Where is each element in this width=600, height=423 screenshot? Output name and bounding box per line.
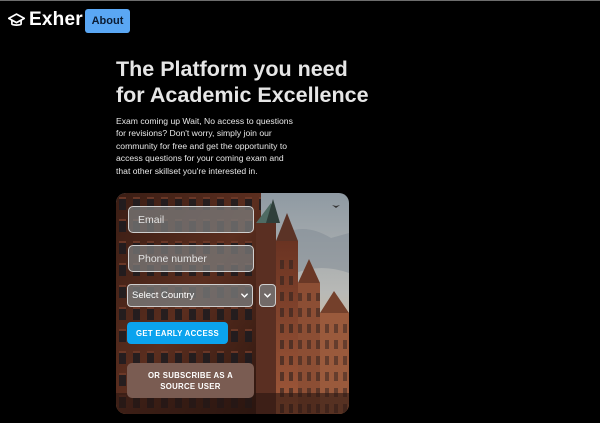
page-title-line-1: The Platform you need — [116, 57, 348, 81]
country-select-value: Select Country — [132, 290, 195, 301]
about-button[interactable]: About — [85, 9, 130, 33]
secondary-select[interactable] — [259, 284, 276, 307]
top-border — [0, 0, 600, 1]
subscribe-source-user-button[interactable]: OR SUBSCRIBE AS A SOURCE USER — [127, 363, 254, 398]
email-field[interactable] — [128, 206, 254, 233]
phone-number-field[interactable] — [128, 245, 254, 272]
page-title: The Platform you need for Academic Excel… — [116, 56, 416, 108]
chevron-down-icon — [264, 293, 271, 298]
country-select[interactable]: Select Country — [127, 284, 253, 307]
signup-card: Select Country GET EARLY ACCESS OR SUBSC… — [116, 193, 349, 414]
chevron-down-icon — [241, 293, 248, 298]
graduation-cap-icon — [8, 12, 25, 26]
get-early-access-button[interactable]: GET EARLY ACCESS — [127, 322, 228, 344]
hero-description: Exam coming up Wait, No access to questi… — [116, 116, 293, 176]
brand-logo[interactable]: Exher — [8, 9, 83, 31]
brand-name: Exher — [29, 9, 83, 30]
page-title-line-2: for Academic Excellence — [116, 83, 369, 107]
